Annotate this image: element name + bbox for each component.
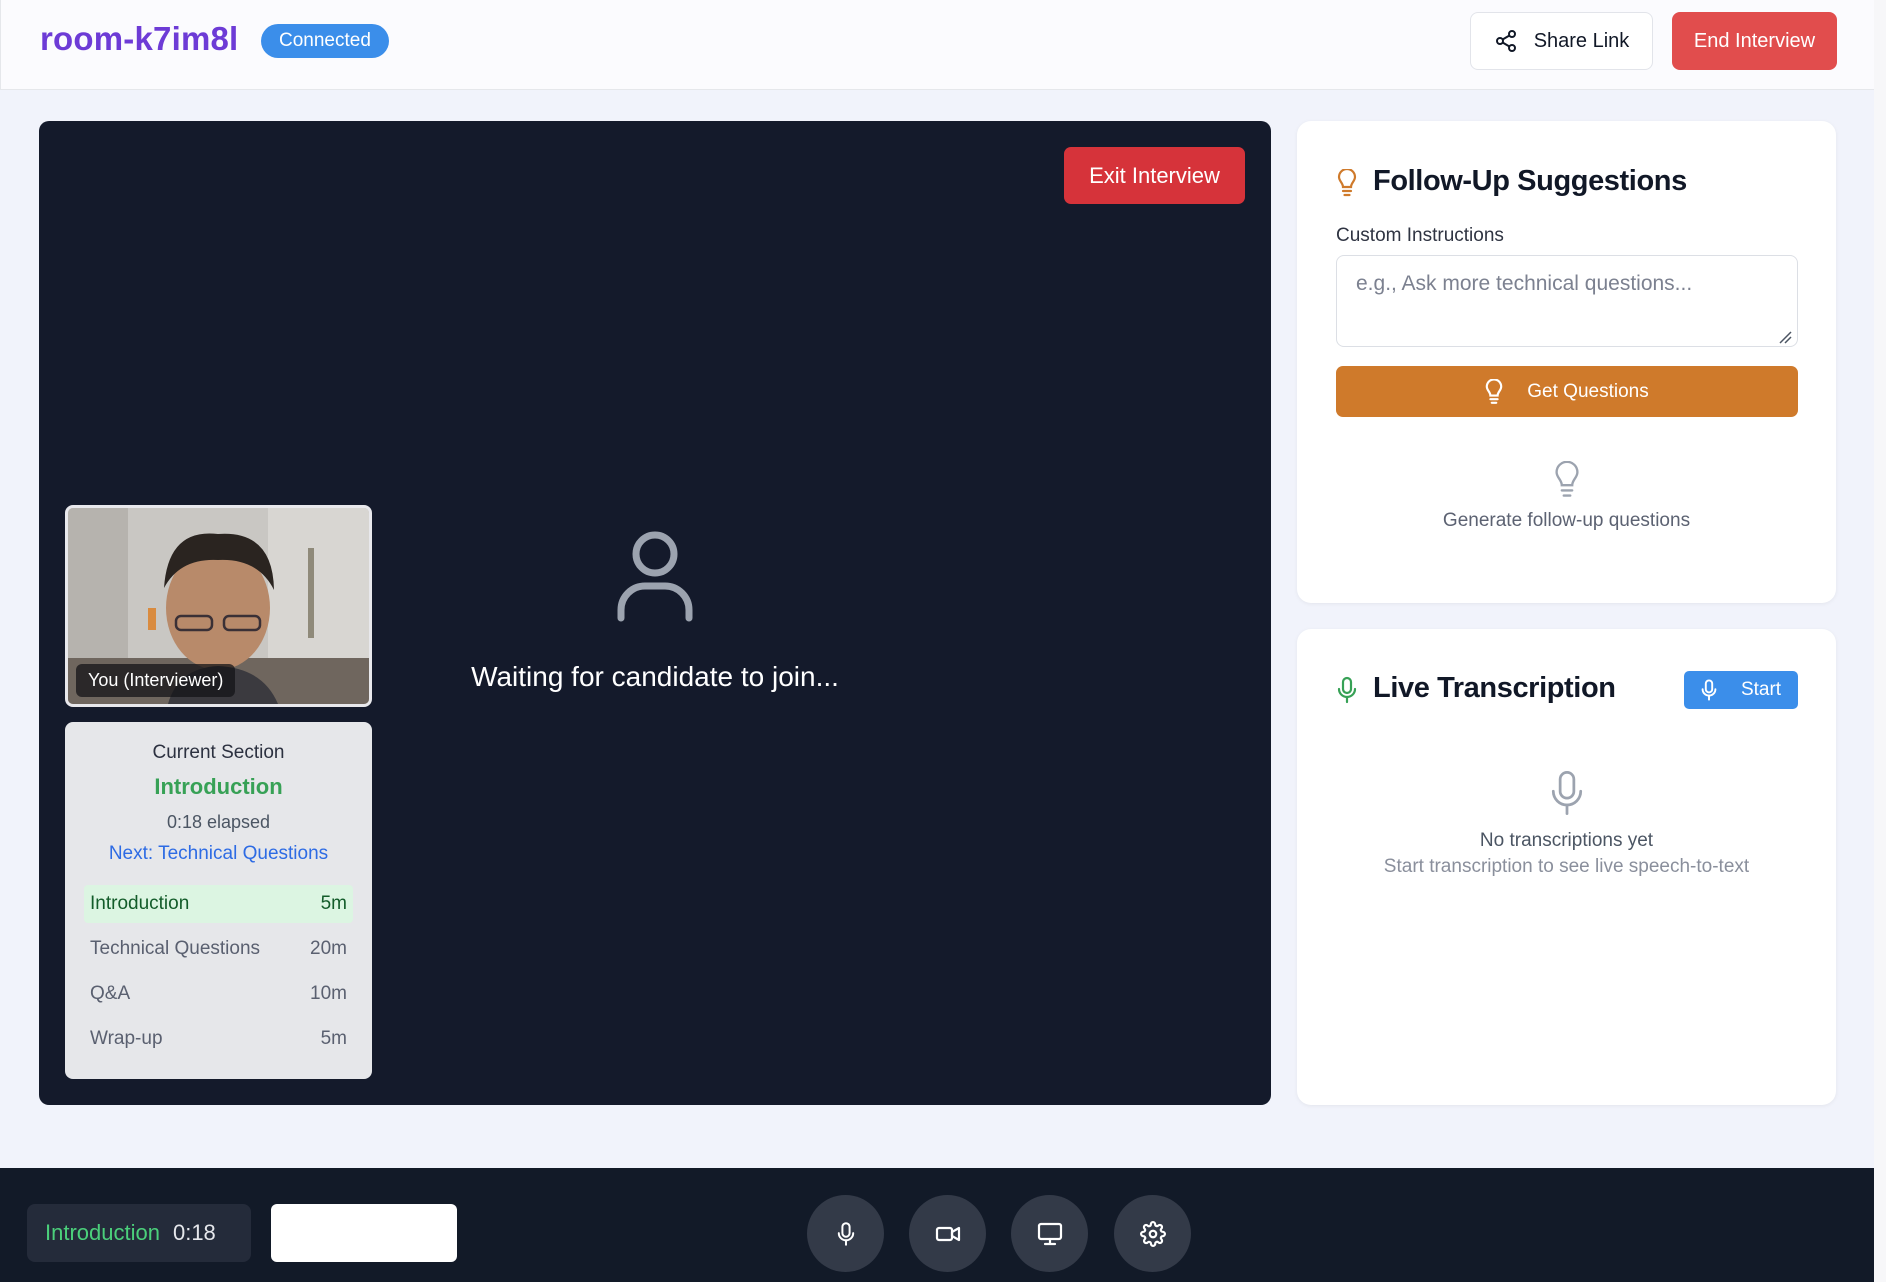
section-tracker: Current Section Introduction 0:18 elapse… xyxy=(65,722,372,1079)
agenda-item-duration: 5m xyxy=(320,893,347,914)
current-section-caption: Current Section xyxy=(152,742,285,763)
transcription-empty-subtitle: Start transcription to see live speech-t… xyxy=(1383,856,1750,877)
room-title: room-k7im8l xyxy=(40,20,239,57)
self-video-label: You (Interviewer) xyxy=(76,664,236,697)
bottom-control-bar: Introduction 0:18 xyxy=(0,1168,1874,1282)
screen-share-button[interactable] xyxy=(1011,1195,1088,1272)
custom-instructions-label: Custom Instructions xyxy=(1336,225,1504,246)
microphone-icon xyxy=(1337,676,1357,704)
get-questions-button[interactable]: Get Questions xyxy=(1336,366,1798,417)
transcription-empty-state: No transcriptions yet Start transcriptio… xyxy=(1297,769,1836,878)
microphone-toggle-button[interactable] xyxy=(807,1195,884,1272)
agenda-item-name: Technical Questions xyxy=(90,938,261,959)
start-transcription-button[interactable]: Start xyxy=(1684,671,1798,709)
settings-button[interactable] xyxy=(1114,1195,1191,1272)
suggestions-title: Follow-Up Suggestions xyxy=(1373,165,1687,197)
agenda-list: Introduction 5m Technical Questions 20m … xyxy=(65,885,372,1058)
waiting-placeholder: Waiting for candidate to join... xyxy=(440,530,870,693)
resize-handle-icon[interactable] xyxy=(1778,330,1792,344)
agenda-item-name: Wrap-up xyxy=(90,1028,163,1049)
share-link-button[interactable]: Share Link xyxy=(1470,12,1653,70)
waiting-text: Waiting for candidate to join... xyxy=(471,661,839,692)
current-section-pill: Introduction 0:18 xyxy=(27,1204,251,1262)
agenda-item[interactable]: Introduction 5m xyxy=(84,885,353,923)
suggestions-empty-text: Generate follow-up questions xyxy=(1442,510,1691,531)
user-icon xyxy=(617,531,693,622)
get-questions-label: Get Questions xyxy=(1527,380,1649,402)
agenda-item[interactable]: Technical Questions 20m xyxy=(84,930,353,968)
microphone-icon xyxy=(1551,771,1582,815)
custom-instructions-input[interactable] xyxy=(1336,255,1798,347)
agenda-item-duration: 10m xyxy=(310,983,347,1004)
agenda-item-duration: 20m xyxy=(310,938,347,959)
lightbulb-icon xyxy=(1485,378,1503,404)
transcription-empty-title: No transcriptions yet xyxy=(1479,830,1654,851)
camera-icon xyxy=(935,1226,960,1241)
connection-status-badge: Connected xyxy=(261,24,389,58)
agenda-item-name: Introduction xyxy=(90,893,190,914)
transcription-title: Live Transcription xyxy=(1373,672,1616,704)
agenda-item[interactable]: Q&A 10m xyxy=(84,975,353,1013)
section-elapsed: 0:18 elapsed xyxy=(166,812,271,832)
live-transcription-card: Live Transcription Start No transcriptio… xyxy=(1297,629,1836,1105)
start-transcription-label: Start xyxy=(1740,679,1782,700)
screen-share-icon xyxy=(1037,1222,1062,1245)
self-video-preview: You (Interviewer) xyxy=(65,505,372,707)
exit-interview-button[interactable]: Exit Interview xyxy=(1064,147,1245,204)
suggestions-empty-state: Generate follow-up questions xyxy=(1297,460,1836,532)
next-section-link[interactable]: Next: Technical Questions xyxy=(65,843,372,865)
share-link-label: Share Link xyxy=(1533,29,1630,52)
pill-section-time: 0:18 xyxy=(172,1220,216,1245)
agenda-item-duration: 5m xyxy=(320,1028,347,1049)
blank-panel xyxy=(271,1204,457,1262)
settings-icon xyxy=(1139,1220,1166,1247)
top-bar: room-k7im8l Connected Share Link End Int… xyxy=(0,0,1874,90)
current-section-name: Introduction xyxy=(154,774,283,799)
scrollbar[interactable] xyxy=(1874,0,1886,1282)
pill-section-name: Introduction xyxy=(45,1220,160,1245)
microphone-icon xyxy=(1701,679,1717,701)
camera-toggle-button[interactable] xyxy=(909,1195,986,1272)
lightbulb-icon xyxy=(1337,169,1357,197)
microphone-icon xyxy=(837,1221,854,1246)
agenda-item[interactable]: Wrap-up 5m xyxy=(84,1020,353,1058)
end-interview-button[interactable]: End Interview xyxy=(1672,12,1837,70)
agenda-item-name: Q&A xyxy=(90,983,131,1004)
lightbulb-icon xyxy=(1554,460,1579,497)
follow-up-suggestions-card: Follow-Up Suggestions Custom Instruction… xyxy=(1297,121,1836,603)
share-icon xyxy=(1495,30,1516,52)
